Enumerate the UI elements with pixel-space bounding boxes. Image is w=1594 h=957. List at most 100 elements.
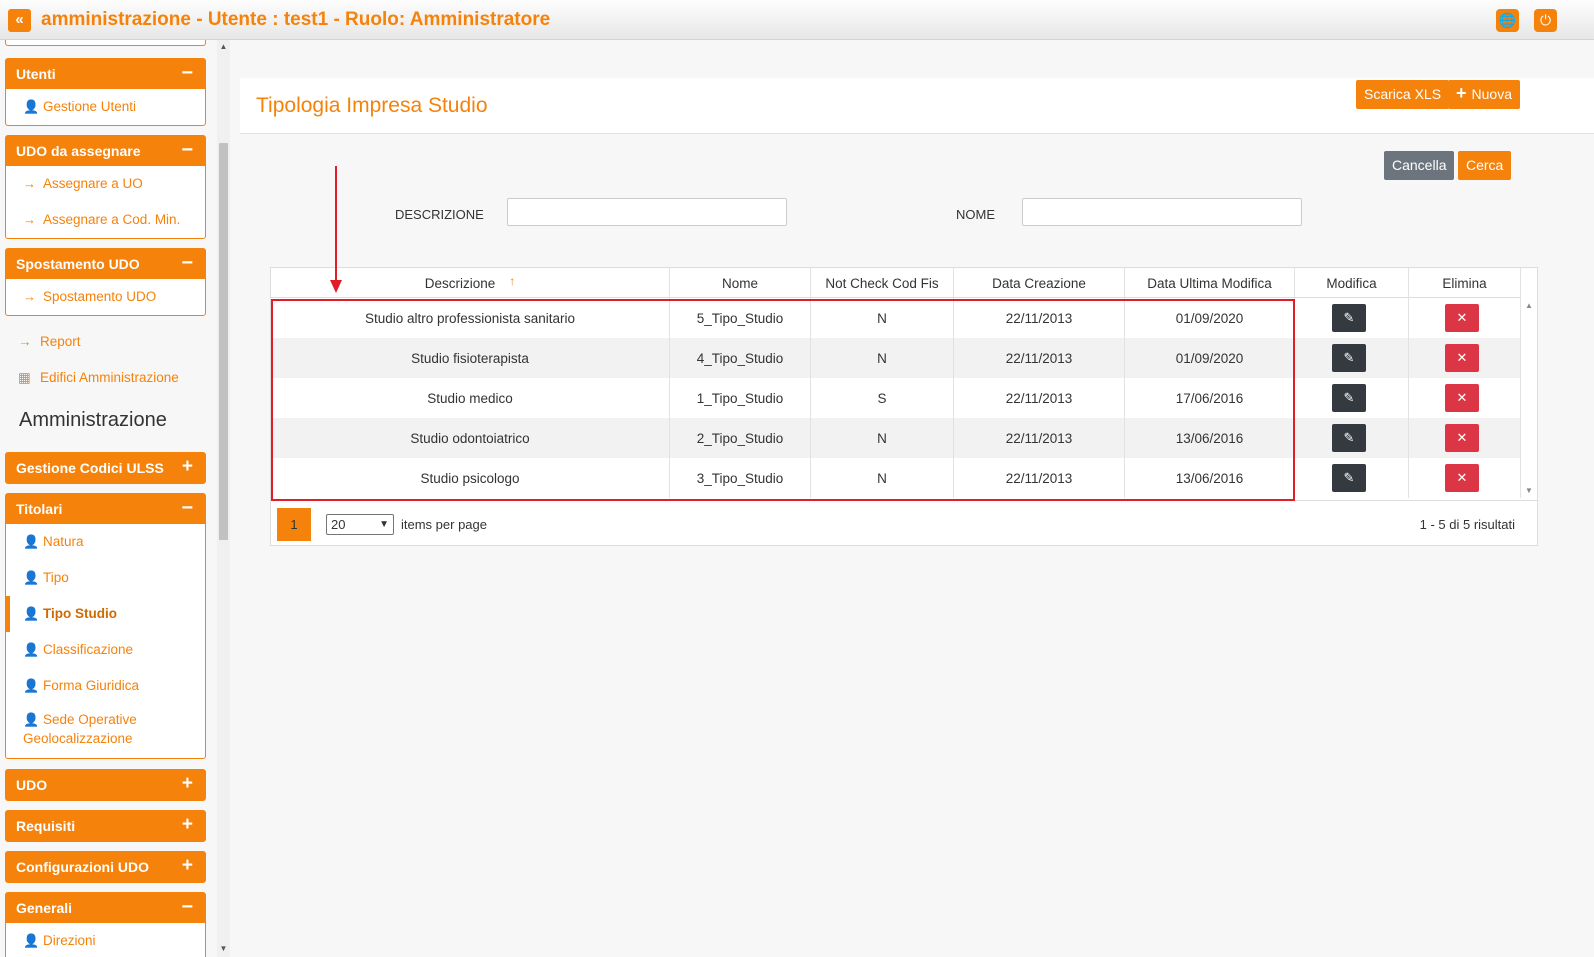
- table-row[interactable]: Studio fisioterapista 4_Tipo_Studio N 22…: [271, 338, 1521, 378]
- column-header-data-ultima-modifica[interactable]: Data Ultima Modifica: [1125, 268, 1295, 298]
- column-header-nome[interactable]: Nome: [670, 268, 811, 298]
- scrollbar-thumb[interactable]: [219, 143, 228, 540]
- collapse-icon[interactable]: −: [181, 139, 193, 161]
- panel-header-utenti[interactable]: Utenti −: [6, 59, 205, 89]
- cell-elimina: ✕: [1409, 338, 1521, 378]
- cerca-button[interactable]: Cerca: [1458, 151, 1512, 180]
- table-row[interactable]: Studio medico 1_Tipo_Studio S 22/11/2013…: [271, 378, 1521, 418]
- sidebar-scrollbar[interactable]: ▲ ▼: [217, 40, 230, 957]
- descrizione-input[interactable]: [507, 198, 787, 226]
- sidebar-item-natura[interactable]: 👤 Natura: [6, 524, 205, 560]
- sidebar-item-label: Assegnare a UO: [43, 176, 143, 191]
- cell-not-check: N: [811, 338, 954, 378]
- column-header-data-creazione[interactable]: Data Creazione: [954, 268, 1125, 298]
- cell-descrizione: Studio altro professionista sanitario: [271, 298, 670, 338]
- collapse-icon[interactable]: −: [181, 62, 193, 84]
- cell-data-creazione: 22/11/2013: [954, 378, 1125, 418]
- delete-icon[interactable]: ✕: [1445, 424, 1479, 452]
- edit-icon[interactable]: ✎: [1332, 464, 1366, 492]
- cell-data-modifica: 17/06/2016: [1125, 378, 1295, 418]
- scroll-down-icon[interactable]: ▼: [217, 944, 230, 953]
- expand-icon[interactable]: +: [182, 456, 193, 478]
- delete-icon[interactable]: ✕: [1445, 464, 1479, 492]
- power-icon[interactable]: ⏻: [1534, 9, 1557, 32]
- column-label: Descrizione: [424, 276, 496, 291]
- table-row[interactable]: Studio odontoiatrico 2_Tipo_Studio N 22/…: [271, 418, 1521, 458]
- cell-data-creazione: 22/11/2013: [954, 338, 1125, 378]
- panel-header-requisiti[interactable]: Requisiti +: [6, 811, 205, 841]
- panel-header-generali[interactable]: Generali −: [6, 893, 205, 923]
- expand-icon[interactable]: +: [182, 773, 193, 795]
- cell-descrizione: Studio psicologo: [271, 458, 670, 498]
- cancella-button[interactable]: Cancella: [1384, 151, 1455, 180]
- scroll-up-icon[interactable]: ▲: [217, 42, 230, 51]
- globe-icon[interactable]: 🌐: [1496, 9, 1519, 32]
- cell-nome: 3_Tipo_Studio: [670, 458, 811, 498]
- panel-title: Spostamento UDO: [16, 256, 140, 272]
- cell-modifica: ✎: [1295, 338, 1409, 378]
- sidebar-item-assegnare-uo[interactable]: → Assegnare a UO: [6, 166, 205, 202]
- cell-data-modifica: 01/09/2020: [1125, 298, 1295, 338]
- cell-data-creazione: 22/11/2013: [954, 458, 1125, 498]
- cell-nome: 4_Tipo_Studio: [670, 338, 811, 378]
- page-size-value: 20: [331, 517, 346, 532]
- user-edit-icon: 👤: [23, 534, 40, 549]
- sidebar-item-assegnare-cod-min[interactable]: → Assegnare a Cod. Min.: [6, 202, 205, 238]
- collapse-sidebar-button[interactable]: «: [8, 9, 31, 32]
- sidebar-link-report[interactable]: → Report: [18, 334, 81, 349]
- cell-nome: 2_Tipo_Studio: [670, 418, 811, 458]
- page-size-select[interactable]: 20 ▼: [326, 514, 394, 535]
- collapse-icon[interactable]: −: [181, 896, 193, 918]
- cell-not-check: S: [811, 378, 954, 418]
- cell-elimina: ✕: [1409, 298, 1521, 338]
- cell-data-modifica: 01/09/2020: [1125, 338, 1295, 378]
- collapse-icon[interactable]: −: [181, 497, 193, 519]
- app-title: amministrazione - Utente : test1 - Ruolo…: [41, 9, 551, 30]
- sidebar-item-sede-operative[interactable]: 👤 Sede Operative Geolocalizzazione: [6, 704, 205, 758]
- collapse-icon[interactable]: −: [181, 252, 193, 274]
- sidebar-link-edifici[interactable]: ▦ Edifici Amministrazione: [18, 370, 179, 386]
- panel-header-configurazioni[interactable]: Configurazioni UDO +: [6, 852, 205, 882]
- column-header-not-check[interactable]: Not Check Cod Fis: [811, 268, 954, 298]
- page-button-current[interactable]: 1: [277, 508, 311, 541]
- edit-icon[interactable]: ✎: [1332, 424, 1366, 452]
- edit-icon[interactable]: ✎: [1332, 304, 1366, 332]
- delete-icon[interactable]: ✕: [1445, 344, 1479, 372]
- sidebar-item-label: Classificazione: [43, 642, 134, 657]
- expand-icon[interactable]: +: [182, 814, 193, 836]
- filter-descrizione-label: DESCRIZIONE: [395, 207, 484, 222]
- grid-scrollbar[interactable]: ▲ ▼: [1522, 298, 1537, 498]
- column-header-descrizione[interactable]: Descrizione ↑: [271, 268, 670, 298]
- panel-header-spostamento[interactable]: Spostamento UDO −: [6, 249, 205, 279]
- sidebar-item-spostamento-udo[interactable]: → Spostamento UDO: [6, 279, 205, 315]
- table-row[interactable]: Studio altro professionista sanitario 5_…: [271, 298, 1521, 338]
- sidebar-item-tipo-studio[interactable]: 👤 Tipo Studio: [6, 596, 205, 632]
- edit-icon[interactable]: ✎: [1332, 344, 1366, 372]
- panel-header-titolari[interactable]: Titolari −: [6, 494, 205, 524]
- delete-icon[interactable]: ✕: [1445, 304, 1479, 332]
- panel-header-udo[interactable]: UDO +: [6, 770, 205, 800]
- edit-icon[interactable]: ✎: [1332, 384, 1366, 412]
- sidebar-item-classificazione[interactable]: 👤 Classificazione: [6, 632, 205, 668]
- sidebar-link-label: Edifici Amministrazione: [40, 370, 179, 385]
- nome-input[interactable]: [1022, 198, 1302, 226]
- scroll-up-icon[interactable]: ▲: [1525, 301, 1533, 310]
- panel-header-gestione-codici[interactable]: Gestione Codici ULSS +: [6, 453, 205, 483]
- nuova-button[interactable]: + Nuova: [1448, 80, 1520, 109]
- cell-data-modifica: 13/06/2016: [1125, 458, 1295, 498]
- scarica-xls-button[interactable]: Scarica XLS: [1356, 80, 1450, 109]
- table-row[interactable]: Studio psicologo 3_Tipo_Studio N 22/11/2…: [271, 458, 1521, 498]
- cell-elimina: ✕: [1409, 458, 1521, 498]
- panel-header-udo-assegnare[interactable]: UDO da assegnare −: [6, 136, 205, 166]
- sidebar-item-tipo[interactable]: 👤 Tipo: [6, 560, 205, 596]
- scroll-down-icon[interactable]: ▼: [1525, 486, 1533, 495]
- user-edit-icon: 👤: [23, 606, 40, 621]
- cell-modifica: ✎: [1295, 378, 1409, 418]
- sidebar-item-forma-giuridica[interactable]: 👤 Forma Giuridica: [6, 668, 205, 704]
- panel-title: Gestione Codici ULSS: [16, 460, 164, 476]
- delete-icon[interactable]: ✕: [1445, 384, 1479, 412]
- sidebar-item-gestione-utenti[interactable]: 👤 Gestione Utenti: [6, 89, 205, 125]
- expand-icon[interactable]: +: [182, 855, 193, 877]
- sidebar-item-direzioni[interactable]: 👤 Direzioni: [6, 923, 205, 957]
- user-edit-icon: 👤: [23, 933, 40, 948]
